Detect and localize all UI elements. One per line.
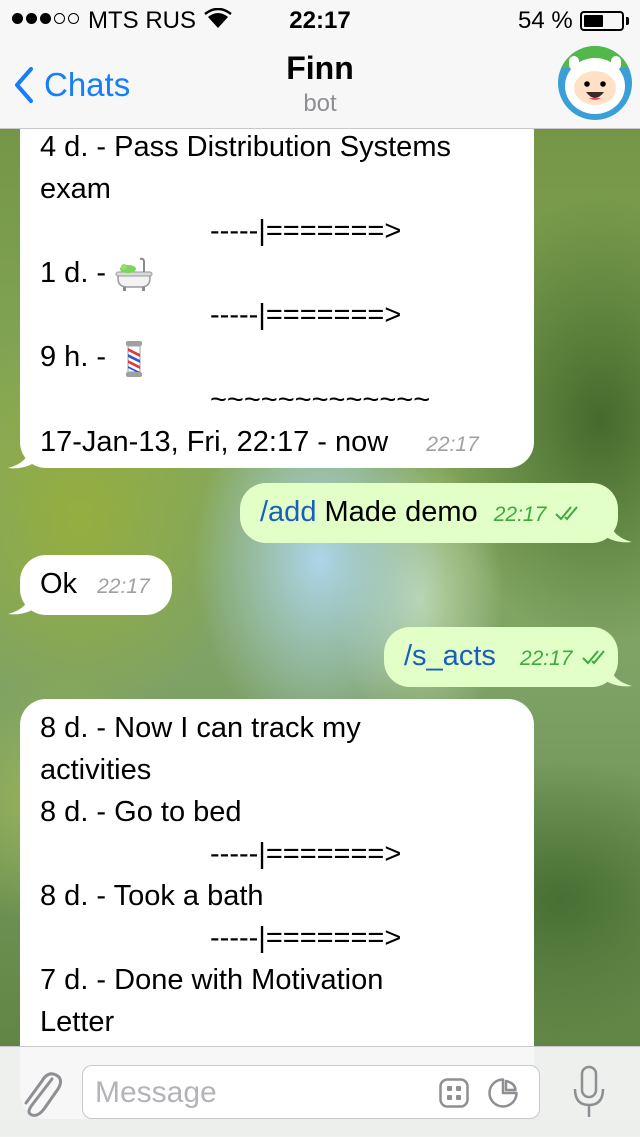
outgoing-message-2[interactable]: /s_acts 22:17 (384, 627, 618, 687)
message-line: 8 d. - Took a bath (40, 880, 264, 912)
message-timestamp: 22:17 (97, 575, 150, 598)
message-line: Ok 22:17 (40, 563, 152, 608)
message-line: 1 d. - (40, 252, 514, 294)
message-line: /s_acts 22:17 (404, 635, 605, 680)
message-timestamp: 22:17 (493, 503, 547, 526)
bubble-tail (8, 438, 38, 469)
avatar[interactable] (558, 46, 632, 120)
bathtub-emoji-icon (115, 258, 153, 292)
battery-level (584, 15, 604, 27)
message-line-text: 9 h. - (40, 341, 107, 374)
message-line-text: 1 d. - (40, 257, 107, 289)
message-line-text: 17-Jan-13, Fri, 22:17 - now (40, 425, 389, 458)
message-line: 17-Jan-13, Fri, 22:17 - now 22:17 (40, 421, 514, 466)
barber-pole-emoji-icon (126, 340, 143, 377)
message-line: 4 d. - Pass Distribution Systems (40, 131, 451, 163)
outgoing-message-1[interactable]: /add Made demo 22:17 (240, 483, 618, 543)
incoming-message-1[interactable]: 4 d. - Pass Distribution Systems exam --… (20, 106, 534, 468)
message-text: Made demo (324, 496, 478, 528)
finn-avatar-icon (558, 46, 632, 120)
bot-command-link[interactable]: /s_acts (404, 640, 496, 672)
keyboard-icon[interactable] (439, 1078, 469, 1108)
message-input[interactable]: Message (82, 1065, 540, 1119)
microphone-icon[interactable] (572, 1065, 606, 1121)
message-line: Letter (40, 1006, 115, 1038)
battery-tip (626, 17, 629, 25)
double-check-icon (555, 506, 579, 521)
message-line: 7 d. - Done with Motivation (40, 964, 384, 996)
incoming-message-2[interactable]: Ok 22:17 (20, 555, 172, 615)
message-line: -----|=======> (210, 299, 402, 332)
bot-command-link[interactable]: /add (260, 496, 316, 528)
message-line: -----|=======> (210, 922, 402, 954)
paperclip-icon[interactable] (18, 1065, 62, 1119)
message-line: exam (40, 173, 111, 205)
message-line: 8 d. - Now I can track my (40, 712, 361, 744)
navigation-bar: MTS RUS 22:17 54 % Chats Finn bot (0, 0, 640, 129)
message-line: ~~~~~~~~~~~~~ (210, 383, 431, 416)
message-line: 9 h. - (40, 336, 514, 378)
bubble-tail (602, 656, 632, 687)
message-timestamp: 22:17 (426, 432, 479, 456)
message-line: -----|=======> (210, 838, 402, 870)
message-list[interactable]: 4 d. - Pass Distribution Systems exam --… (0, 0, 640, 1136)
battery-percentage: 54 % (518, 7, 573, 34)
message-line: -----|=======> (210, 215, 402, 247)
message-line: /add Made demo 22:17 (260, 491, 598, 536)
message-line: activities (40, 754, 152, 786)
chat-subtitle: bot (303, 90, 337, 117)
message-timestamp: 22:17 (519, 647, 573, 670)
battery-icon (580, 11, 624, 31)
message-text: Ok (40, 568, 78, 600)
sticker-icon[interactable] (487, 1077, 519, 1109)
message-line: 8 d. - Go to bed (40, 796, 242, 828)
message-placeholder: Message (95, 1076, 217, 1109)
chat-title: Finn (286, 50, 354, 86)
bubble-tail (8, 584, 38, 615)
message-input-bar: Message (0, 1046, 640, 1137)
status-bar: MTS RUS 22:17 54 % (0, 0, 640, 40)
bubble-tail (602, 512, 632, 543)
